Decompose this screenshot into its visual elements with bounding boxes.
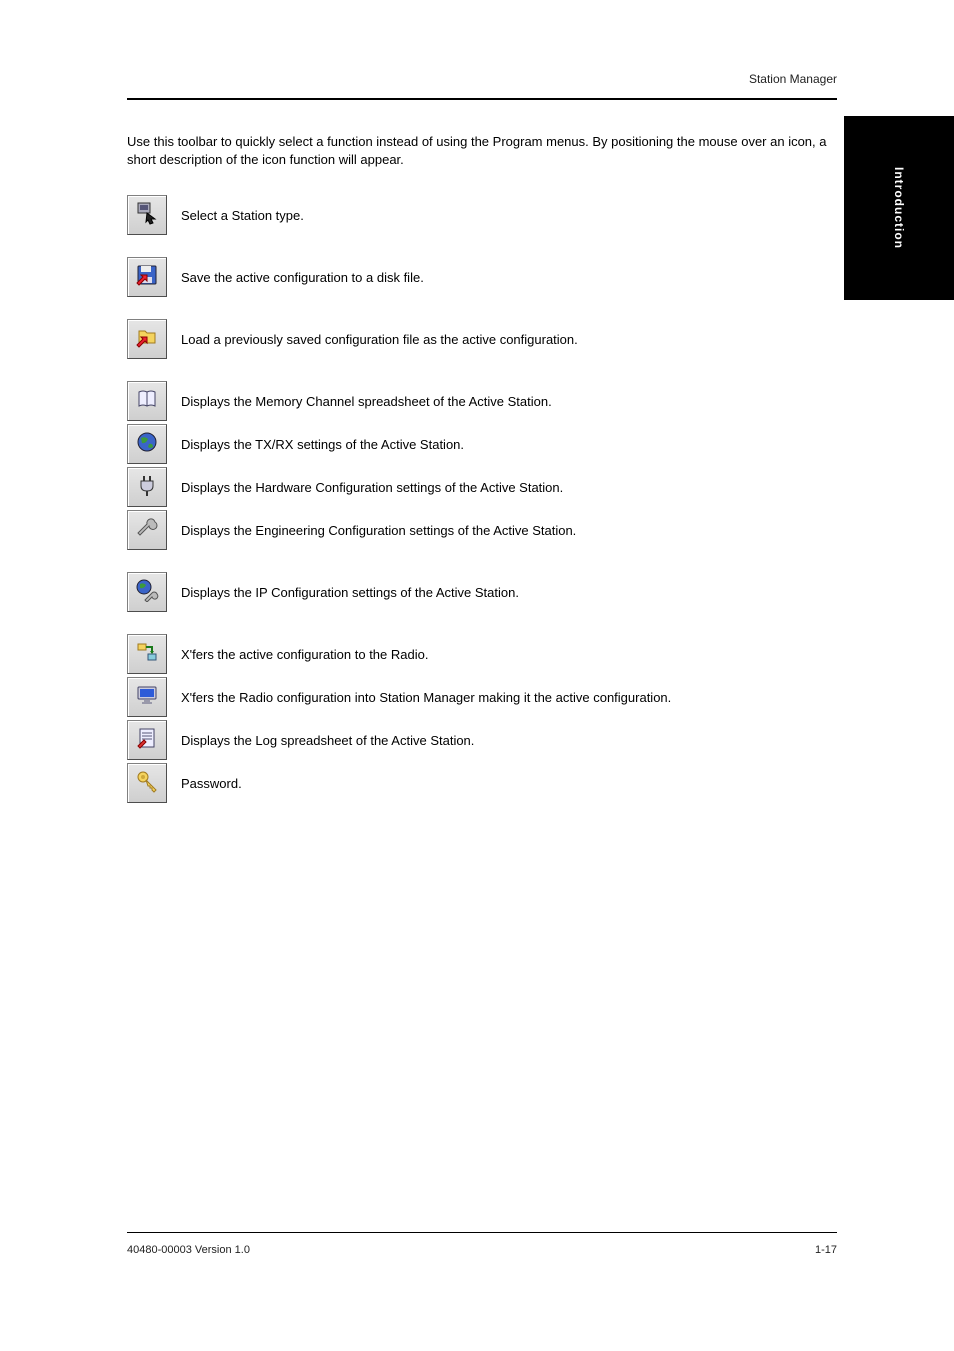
password-button[interactable] — [127, 763, 167, 803]
toolbar-row: Displays the IP Configuration settings o… — [127, 572, 837, 612]
toolbar-row: Select a Station type. — [127, 195, 837, 235]
page: Introduction Station Manager Use this to… — [0, 0, 954, 1351]
side-tab-label: Introduction — [892, 167, 906, 249]
wrench-icon — [135, 516, 159, 545]
station-cursor-icon — [135, 201, 159, 230]
toolbar-row: Displays the Log spreadsheet of the Acti… — [127, 720, 837, 760]
toolbar-row: Displays the Hardware Configuration sett… — [127, 467, 837, 507]
toolbar-row-label: Displays the Log spreadsheet of the Acti… — [181, 733, 474, 748]
log-sheet-icon — [135, 726, 159, 755]
engineering-config-button[interactable] — [127, 510, 167, 550]
bottom-rule — [127, 1232, 837, 1233]
toolbar-row: Displays the Memory Channel spreadsheet … — [127, 381, 837, 421]
toolbar-row: Save the active configuration to a disk … — [127, 257, 837, 297]
content-area: Use this toolbar to quickly select a fun… — [127, 120, 837, 812]
toolbar-row: X'fers the active configuration to the R… — [127, 634, 837, 674]
xfer-from-radio-button[interactable] — [127, 677, 167, 717]
log-spreadsheet-button[interactable] — [127, 720, 167, 760]
header-right: Station Manager — [749, 72, 837, 86]
plug-icon — [135, 473, 159, 502]
globe-wrench-icon — [135, 578, 159, 607]
ip-config-button[interactable] — [127, 572, 167, 612]
load-config-button[interactable] — [127, 319, 167, 359]
floppy-save-icon — [135, 263, 159, 292]
toolbar-row: Password. — [127, 763, 837, 803]
toolbar-row-label: Password. — [181, 776, 242, 791]
toolbar-row-label: Displays the Engineering Configuration s… — [181, 523, 576, 538]
page-header: Station Manager — [127, 72, 837, 86]
toolbar-row-label: Displays the Hardware Configuration sett… — [181, 480, 563, 495]
folder-load-icon — [135, 325, 159, 354]
select-station-button[interactable] — [127, 195, 167, 235]
toolbar-row-label: Select a Station type. — [181, 208, 304, 223]
side-tab: Introduction — [844, 116, 954, 300]
toolbar-row: Load a previously saved configuration fi… — [127, 319, 837, 359]
toolbar-row-label: Displays the IP Configuration settings o… — [181, 585, 519, 600]
toolbar-row-label: X'fers the active configuration to the R… — [181, 647, 428, 662]
book-icon — [135, 387, 159, 416]
monitor-in-icon — [135, 683, 159, 712]
page-footer: 40480-00003 Version 1.0 1-17 — [127, 1244, 837, 1256]
xfer-to-radio-button[interactable] — [127, 634, 167, 674]
toolbar-row-label: Displays the Memory Channel spreadsheet … — [181, 394, 552, 409]
transfer-out-icon — [135, 640, 159, 669]
footer-right: 1-17 — [815, 1244, 837, 1256]
toolbar-row-label: Save the active configuration to a disk … — [181, 270, 424, 285]
key-icon — [135, 769, 159, 798]
hardware-config-button[interactable] — [127, 467, 167, 507]
tx-rx-settings-button[interactable] — [127, 424, 167, 464]
intro-block: Use this toolbar to quickly select a fun… — [127, 133, 837, 169]
toolbar-row: Displays the TX/RX settings of the Activ… — [127, 424, 837, 464]
toolbar-row-label: Load a previously saved configuration fi… — [181, 332, 578, 347]
intro-text: Use this toolbar to quickly select a fun… — [127, 133, 837, 169]
toolbar-row-label: X'fers the Radio configuration into Stat… — [181, 690, 671, 705]
toolbar-row: X'fers the Radio configuration into Stat… — [127, 677, 837, 717]
toolbar-row-label: Displays the TX/RX settings of the Activ… — [181, 437, 464, 452]
globe-icon — [135, 430, 159, 459]
memory-channels-button[interactable] — [127, 381, 167, 421]
save-config-button[interactable] — [127, 257, 167, 297]
footer-left: 40480-00003 Version 1.0 — [127, 1244, 250, 1256]
toolbar-row: Displays the Engineering Configuration s… — [127, 510, 837, 550]
top-rule — [127, 98, 837, 100]
